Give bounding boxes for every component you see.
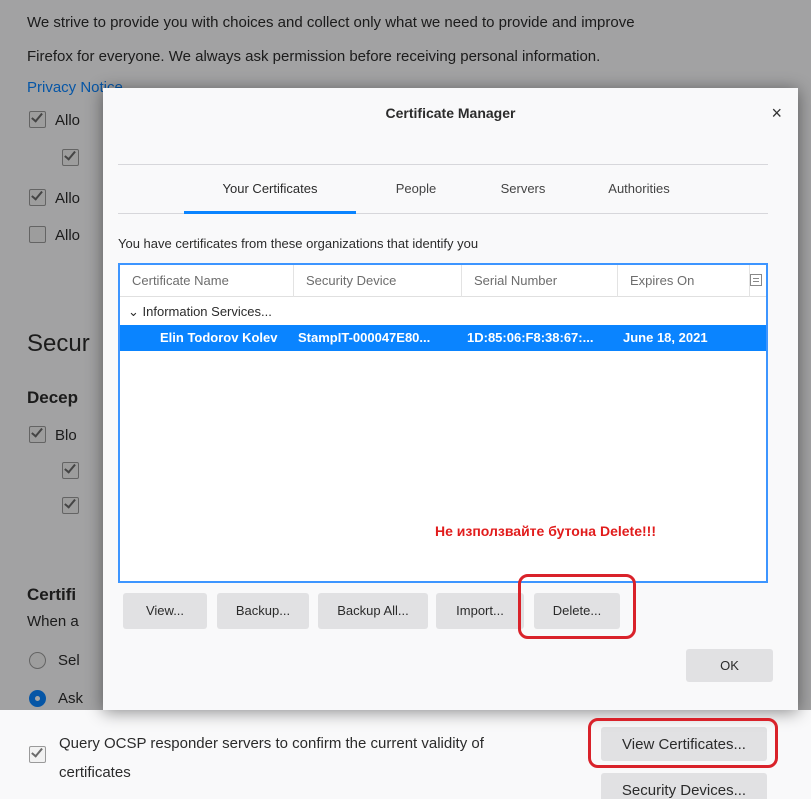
tab-your-certificates[interactable]: Your Certificates [184,165,356,214]
backup-all-button[interactable]: Backup All... [318,593,428,629]
ocsp-checkbox[interactable] [29,745,46,763]
delete-highlight-ring [518,574,636,639]
tree-header: Certificate Name Security Device Serial … [120,265,766,297]
certificate-tabs: Your Certificates People Servers Authori… [118,164,768,214]
delete-warning-annotation: Не използвайте бутона Delete!!! [435,523,656,539]
column-expires-on[interactable]: Expires On [618,265,750,297]
view-certificates-highlight-ring [588,718,778,768]
column-security-device[interactable]: Security Device [294,265,462,297]
column-certificate-name[interactable]: Certificate Name [120,265,294,297]
ok-button[interactable]: OK [686,649,773,682]
column-picker-icon[interactable] [750,274,762,286]
cell-security-device: StampIT-000047E80... [298,330,431,345]
certificate-manager-dialog: Certificate Manager × Your Certificates … [103,88,798,710]
organization-group-row[interactable]: ⌄ Information Services... [120,299,766,324]
ocsp-label-2: certificates [59,764,131,781]
cell-certificate-name: Elin Todorov Kolev [160,330,278,345]
import-button[interactable]: Import... [436,593,524,629]
table-row[interactable]: Elin Todorov Kolev StampIT-000047E80... … [120,325,766,351]
cell-expires-on: June 18, 2021 [623,330,708,345]
tab-servers[interactable]: Servers [478,165,568,214]
backup-button[interactable]: Backup... [217,593,309,629]
tab-people[interactable]: People [373,165,459,214]
column-serial-number[interactable]: Serial Number [462,265,618,297]
security-devices-button[interactable]: Security Devices... [601,773,767,799]
certificates-description: You have certificates from these organiz… [118,236,479,251]
cell-serial-number: 1D:85:06:F8:38:67:... [467,330,594,345]
certificate-tree[interactable]: Certificate Name Security Device Serial … [118,263,768,583]
tab-authorities[interactable]: Authorities [588,165,690,214]
ocsp-label: Query OCSP responder servers to confirm … [59,735,484,752]
dialog-title: Certificate Manager [385,105,516,121]
view-button[interactable]: View... [123,593,207,629]
close-icon[interactable]: × [771,102,782,124]
